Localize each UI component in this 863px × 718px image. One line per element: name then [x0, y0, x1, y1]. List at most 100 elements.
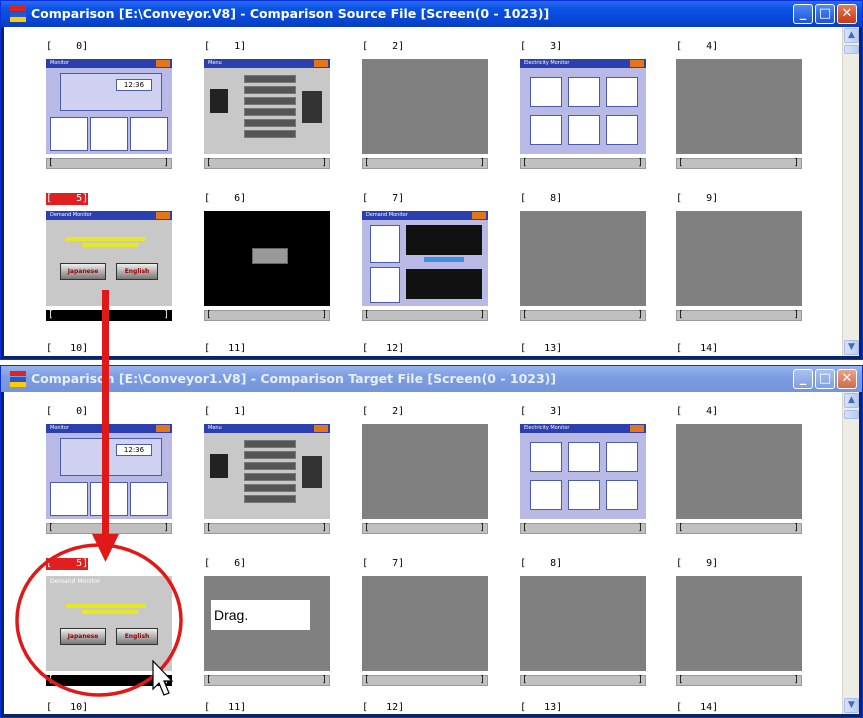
thumb-title: Menu [208, 425, 222, 431]
screen-number-label: [ 14] [676, 343, 719, 354]
japanese-button: Japanese [60, 263, 106, 280]
scroll-thumb[interactable] [844, 45, 859, 54]
close-button[interactable]: ✕ [837, 4, 857, 24]
screen-thumbnail[interactable] [676, 576, 802, 671]
screen-thumbnail[interactable] [362, 59, 488, 154]
screen-name-bar[interactable]: [] [204, 675, 330, 686]
source-window-title: Comparison [E:\Conveyor.V8] - Comparison… [31, 6, 550, 21]
screen-name-bar[interactable]: [] [46, 158, 172, 169]
screen-number-label: [ 8] [520, 558, 563, 569]
screen-number-label: [ 7] [362, 558, 405, 569]
maximize-button[interactable]: □ [815, 4, 835, 24]
screen-name-bar[interactable]: [] [204, 523, 330, 534]
screen-number-label: [ 10] [46, 343, 89, 354]
source-screen-grid: [ 0] Monitor 12:36 [] [ 1] Menu [] [2]… [4, 27, 859, 356]
screen-name-bar[interactable]: [] [46, 523, 172, 534]
screen-number-label: [ 2] [362, 41, 405, 52]
screen-thumbnail[interactable] [520, 211, 646, 306]
close-button[interactable]: ✕ [837, 369, 857, 389]
screen-number-label: [ 3] [520, 41, 563, 52]
screen-number-label: [ 1] [204, 406, 247, 417]
screen-number-label: [ 2] [362, 406, 405, 417]
thumb-title: Monitor [50, 60, 70, 66]
english-button: English [116, 628, 158, 645]
screen-name-bar[interactable]: [] [676, 523, 802, 534]
screen-name-bar[interactable]: [] [520, 523, 646, 534]
target-title-bar[interactable]: Comparison [E:\Conveyor1.V8] - Compariso… [1, 366, 862, 392]
screen-number-label: [ 9] [676, 193, 719, 204]
screen-number-label: [ 1] [204, 41, 247, 52]
scroll-up-button[interactable]: ▲ [844, 28, 859, 43]
screen-number-label: [ 12] [362, 702, 405, 713]
screen-name-bar[interactable]: [] [362, 310, 488, 321]
screen-number-label: [ 0] [46, 406, 89, 417]
screen-thumbnail-drop-target[interactable]: Demand Monitor Japanese English [46, 576, 172, 671]
english-button: English [116, 263, 158, 280]
minimize-button[interactable]: _ [793, 4, 813, 24]
screen-number-label: [ 13] [520, 702, 563, 713]
screen-number-label: [ 11] [204, 702, 247, 713]
screen-name-bar[interactable]: [] [204, 310, 330, 321]
screen-thumbnail[interactable] [676, 211, 802, 306]
vertical-scrollbar[interactable]: ▲ ▼ [842, 27, 859, 356]
screen-name-bar-selected[interactable]: [] [46, 675, 172, 686]
thumb-title: Monitor [50, 425, 70, 431]
thumb-title: Electricity Monitor [524, 425, 570, 431]
screen-thumbnail[interactable] [676, 424, 802, 519]
scroll-down-button[interactable]: ▼ [844, 698, 859, 713]
screen-thumbnail[interactable] [676, 59, 802, 154]
screen-number-label: [ 7] [362, 193, 405, 204]
screen-name-bar[interactable]: [] [520, 158, 646, 169]
source-title-bar[interactable]: Comparison [E:\Conveyor.V8] - Comparison… [1, 1, 862, 27]
screen-name-bar[interactable]: [] [362, 675, 488, 686]
target-window-title: Comparison [E:\Conveyor1.V8] - Compariso… [31, 371, 557, 386]
screen-name-bar[interactable]: [] [520, 310, 646, 321]
screen-number-label: [ 4] [676, 41, 719, 52]
screen-name-bar[interactable]: [] [676, 158, 802, 169]
screen-thumbnail[interactable] [362, 424, 488, 519]
screen-thumbnail[interactable]: Monitor 12:36 [46, 424, 172, 519]
screen-thumbnail[interactable] [204, 211, 330, 306]
screen-name-bar[interactable]: [] [676, 675, 802, 686]
screen-thumbnail[interactable] [520, 576, 646, 671]
screen-number-label: [ 10] [46, 702, 89, 713]
screen-thumbnail[interactable] [362, 576, 488, 671]
thumb-title: Demand Monitor [50, 212, 92, 218]
screen-thumbnail[interactable]: Monitor 12:36 [46, 59, 172, 154]
screen-number-label: [ 8] [520, 193, 563, 204]
screen-name-bar[interactable]: [] [362, 523, 488, 534]
thumb-title: Electricity Monitor [524, 60, 570, 66]
app-icon [10, 6, 26, 22]
screen-number-label: [ 14] [676, 702, 719, 713]
drag-label: Drag. [211, 600, 310, 630]
thumb-title: Demand Monitor [50, 578, 101, 585]
screen-name-bar[interactable]: [] [362, 158, 488, 169]
scroll-up-button[interactable]: ▲ [844, 393, 859, 408]
screen-name-bar[interactable]: [] [204, 158, 330, 169]
screen-name-bar-selected[interactable]: [] [46, 310, 172, 321]
screen-number-label: [ 9] [676, 558, 719, 569]
scroll-down-button[interactable]: ▼ [844, 340, 859, 355]
screen-thumbnail[interactable]: Menu [204, 424, 330, 519]
screen-number-label: [ 13] [520, 343, 563, 354]
screen-number-label: [ 4] [676, 406, 719, 417]
maximize-button[interactable]: □ [815, 369, 835, 389]
screen-thumbnail[interactable]: Demand Monitor [362, 211, 488, 306]
source-window: Comparison [E:\Conveyor.V8] - Comparison… [0, 0, 863, 360]
target-screen-grid: [ 0] Monitor 12:36 [] [ 1] Menu [] [2]… [4, 392, 859, 714]
screen-number-label: [ 0] [46, 41, 89, 52]
screen-number-label: [ 11] [204, 343, 247, 354]
screen-name-bar[interactable]: [] [520, 675, 646, 686]
minimize-button[interactable]: _ [793, 369, 813, 389]
screen-thumbnail-selected[interactable]: Demand Monitor Japanese English [46, 211, 172, 306]
vertical-scrollbar[interactable]: ▲ ▼ [842, 392, 859, 714]
screen-number-label: [ 3] [520, 406, 563, 417]
scroll-thumb[interactable] [844, 410, 859, 419]
screen-thumbnail[interactable]: Electricity Monitor [520, 424, 646, 519]
screen-thumbnail[interactable]: Electricity Monitor [520, 59, 646, 154]
screen-thumbnail[interactable]: Menu [204, 59, 330, 154]
screen-number-label-selected: [ 5] [46, 193, 89, 205]
screen-name-bar[interactable]: [] [676, 310, 802, 321]
target-window: Comparison [E:\Conveyor1.V8] - Compariso… [0, 365, 863, 718]
screen-number-label: [ 6] [204, 558, 247, 569]
